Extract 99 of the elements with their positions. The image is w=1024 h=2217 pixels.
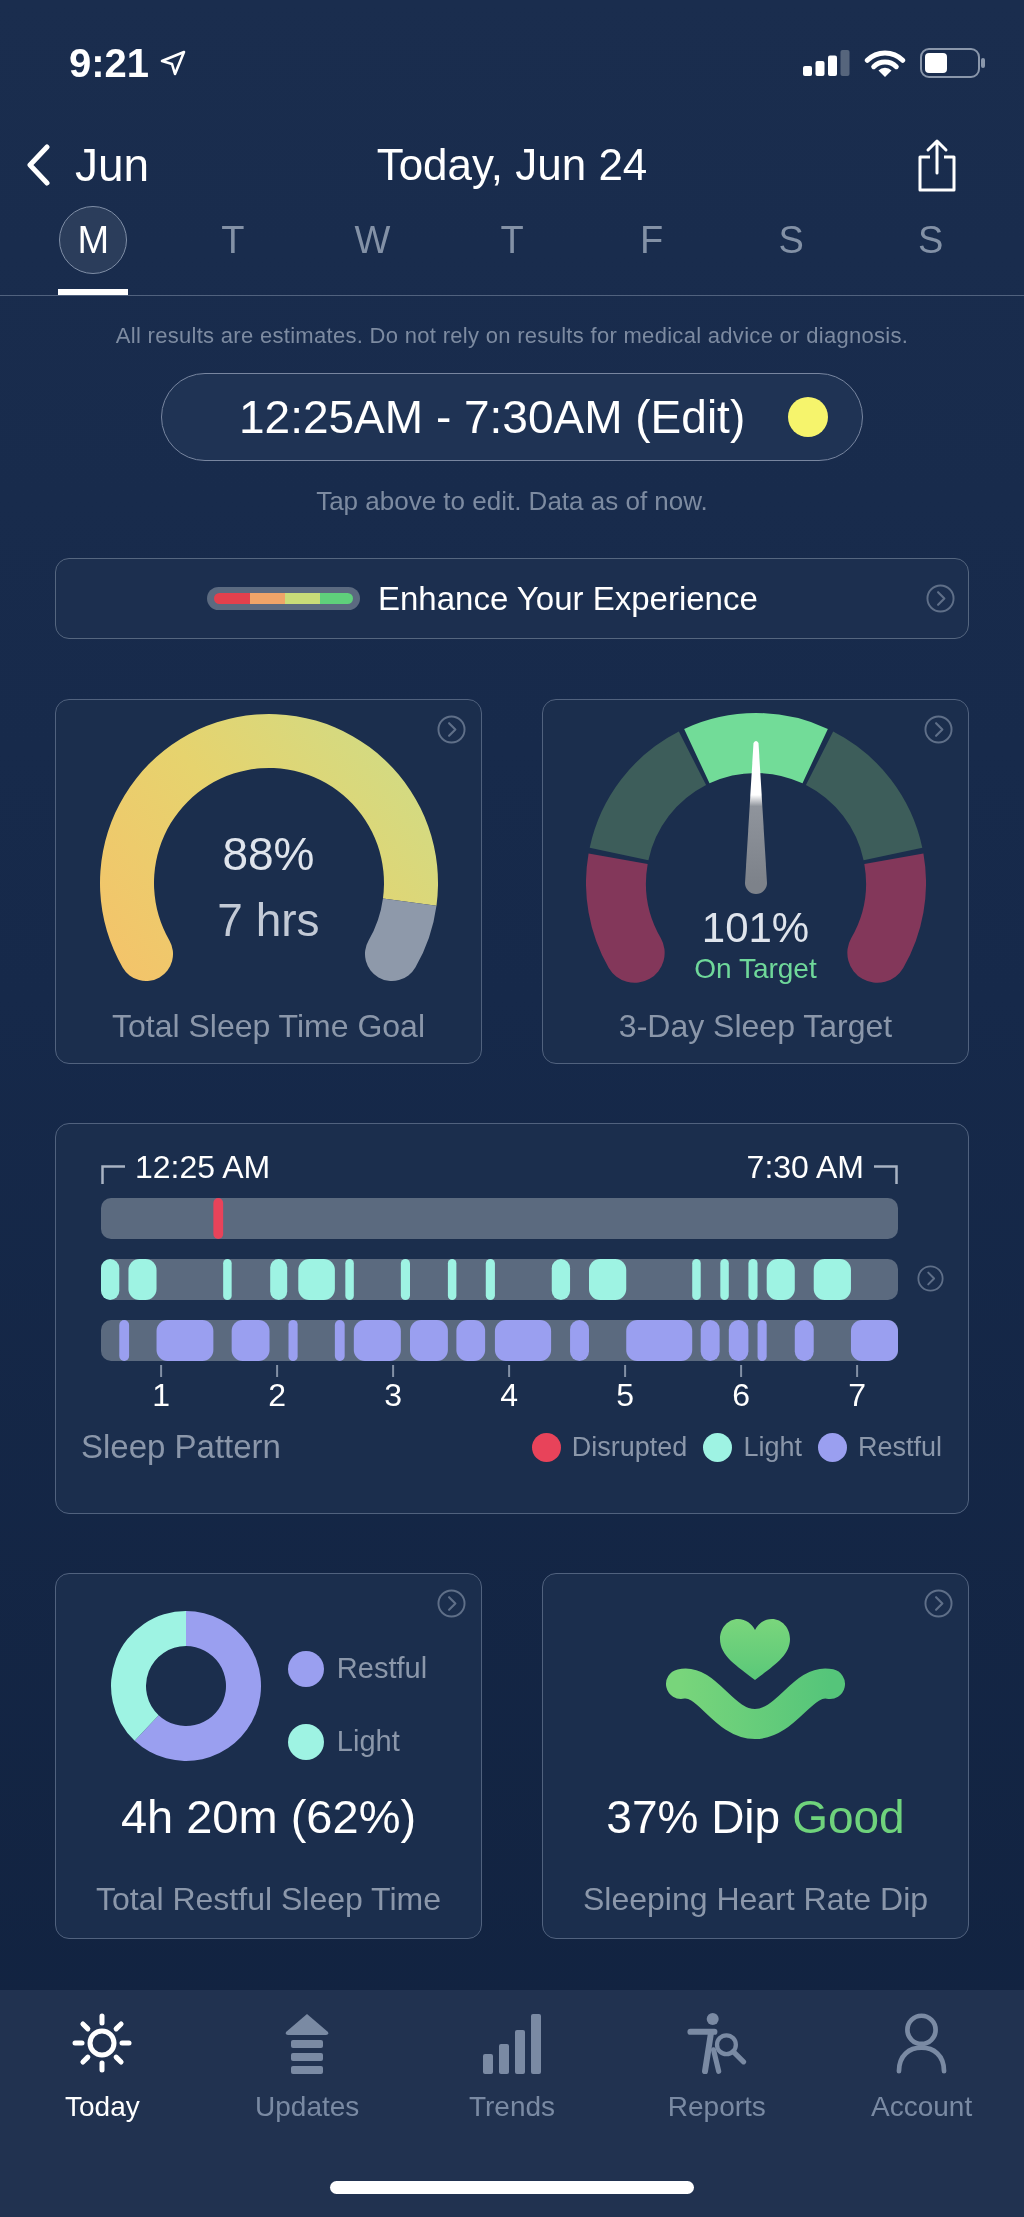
day-tab[interactable]: S <box>894 204 967 295</box>
restful-sleep-segment <box>156 1320 214 1361</box>
card-title: Total Restful Sleep Time <box>95 1880 441 1918</box>
light-sleep-segment <box>589 1259 627 1300</box>
chevron-circle-icon <box>924 715 953 744</box>
enhance-experience-button[interactable]: Enhance Your Experience <box>55 558 969 639</box>
day-tab[interactable]: F <box>615 204 688 295</box>
battery-icon <box>920 48 986 78</box>
restful-sleep-segment <box>626 1320 693 1361</box>
restful-sleep-segment <box>494 1320 552 1361</box>
tick-mark <box>856 1365 859 1377</box>
chevron-circle-icon <box>924 1589 953 1618</box>
share-button[interactable] <box>917 138 957 192</box>
tab-bar-item[interactable]: Trends <box>468 2012 556 2124</box>
tick-mark <box>160 1365 163 1377</box>
arrow-up-stack-icon <box>284 2012 331 2074</box>
light-sleep-segment <box>223 1259 232 1300</box>
hour-label: 2 <box>268 1377 286 1413</box>
start-time: 12:25 AM <box>135 1151 271 1183</box>
hour-label: 3 <box>384 1377 402 1413</box>
restful-sleep-segment <box>850 1320 898 1361</box>
hour-label: 1 <box>152 1377 170 1413</box>
tick-mark <box>276 1365 279 1377</box>
goal-hours: 7 hrs <box>217 897 320 943</box>
light-sleep-segment <box>101 1259 120 1300</box>
light-sleep-segment <box>692 1259 701 1300</box>
light-sleep-segment <box>447 1259 457 1300</box>
restful-sleep-segment <box>119 1320 130 1361</box>
sleep-target-card[interactable]: 101% On Target 3-Day Sleep Target <box>542 699 969 1064</box>
heart-rate-dip-card[interactable]: 37% Dip Good Sleeping Heart Rate Dip <box>542 1573 969 1939</box>
target-status: On Target <box>694 955 817 983</box>
legend-label: Light <box>743 1433 802 1461</box>
hour-label: 6 <box>732 1377 750 1413</box>
tick-mark <box>740 1365 743 1377</box>
bar-chart-icon <box>481 2012 543 2074</box>
chevron-left-icon <box>25 144 51 186</box>
sleep-goal-card[interactable]: 88% 7 hrs Total Sleep Time Goal <box>55 699 482 1064</box>
share-icon <box>917 138 957 192</box>
sleep-time-range-button[interactable]: 12:25AM - 7:30AM (Edit) <box>161 373 863 461</box>
light-sleep-segment <box>720 1259 729 1300</box>
chevron-circle-icon <box>437 1589 466 1618</box>
card-title: 3-Day Sleep Target <box>618 1007 893 1045</box>
card-title: Sleeping Heart Rate Dip <box>582 1880 929 1918</box>
edit-hint: Tap above to edit. Data as of now. <box>315 486 709 516</box>
back-button[interactable]: Jun <box>25 142 150 188</box>
card-title: Total Sleep Time Goal <box>111 1007 425 1045</box>
corner-bracket-icon <box>874 1165 898 1184</box>
light-sleep-segment <box>485 1259 495 1300</box>
tick-mark <box>624 1365 627 1377</box>
tab-bar-item[interactable]: Today <box>65 2012 140 2124</box>
location-arrow-icon <box>159 49 188 77</box>
person-magnifier-icon <box>686 2012 747 2074</box>
tab-bar-item[interactable]: Updates <box>255 2012 360 2124</box>
hour-label: 4 <box>500 1377 518 1413</box>
tick-mark <box>508 1365 511 1377</box>
tab-bar-item[interactable]: Reports <box>667 2012 766 2124</box>
restful-sleep-segment <box>353 1320 401 1361</box>
target-percent: 101% <box>701 907 810 949</box>
signal-icon <box>803 50 850 76</box>
chevron-circle-icon <box>917 1265 944 1292</box>
day-tab[interactable]: W <box>336 204 409 295</box>
day-tab[interactable]: S <box>755 204 828 295</box>
day-tab[interactable]: T <box>476 204 548 295</box>
light-sleep-segment <box>748 1259 758 1300</box>
restful-sleep-segment <box>288 1320 298 1361</box>
sleep-pattern-card[interactable]: 12:25 AM 7:30 AM 1 2 3 4 5 6 7 Sleep Pattern Disrupted Light Restful <box>55 1123 969 1514</box>
light-sleep-segment <box>298 1259 335 1300</box>
rating-scale-icon <box>207 587 360 610</box>
light-sleep-segment <box>400 1259 410 1300</box>
tab-bar-item[interactable]: Account <box>871 2012 973 2124</box>
status-time: 9:21 <box>69 43 150 83</box>
heart-wave-icon <box>665 1618 846 1740</box>
light-sleep-segment <box>345 1259 354 1300</box>
legend-label: Disrupted <box>571 1433 688 1461</box>
dot-icon <box>788 397 829 437</box>
hour-label: 5 <box>616 1377 634 1413</box>
disclaimer-text: All results are estimates. Do not rely on results for medical advice or diagnosis. <box>114 323 910 349</box>
day-tab[interactable]: T <box>196 204 269 295</box>
sun-icon <box>71 2012 134 2074</box>
legend-label: Restful <box>336 1654 428 1683</box>
restful-sleep-segment <box>334 1320 345 1361</box>
corner-bracket-icon <box>101 1165 125 1184</box>
page-title: Today, Jun 24 <box>376 143 648 187</box>
restful-sleep-segment <box>410 1320 448 1361</box>
chevron-circle-icon <box>437 715 466 744</box>
legend-label: Restful <box>857 1433 942 1461</box>
end-time: 7:30 AM <box>746 1151 864 1183</box>
heart-rate-dip-rating: Good <box>792 1794 905 1840</box>
goal-percent: 88% <box>222 831 315 877</box>
disrupted-segment <box>213 1198 224 1239</box>
tick-mark <box>392 1365 395 1377</box>
wifi-icon <box>864 48 906 78</box>
chevron-circle-icon <box>926 584 955 613</box>
restful-sleep-card[interactable]: Restful Light 4h 20m (62%) Total Restful Sleep Time <box>55 1573 482 1939</box>
card-title: Sleep Pattern <box>81 1429 281 1465</box>
legend-label: Light <box>336 1727 400 1756</box>
person-icon <box>895 2012 949 2074</box>
restful-sleep-segment <box>757 1320 767 1361</box>
hour-label: 7 <box>848 1377 866 1413</box>
